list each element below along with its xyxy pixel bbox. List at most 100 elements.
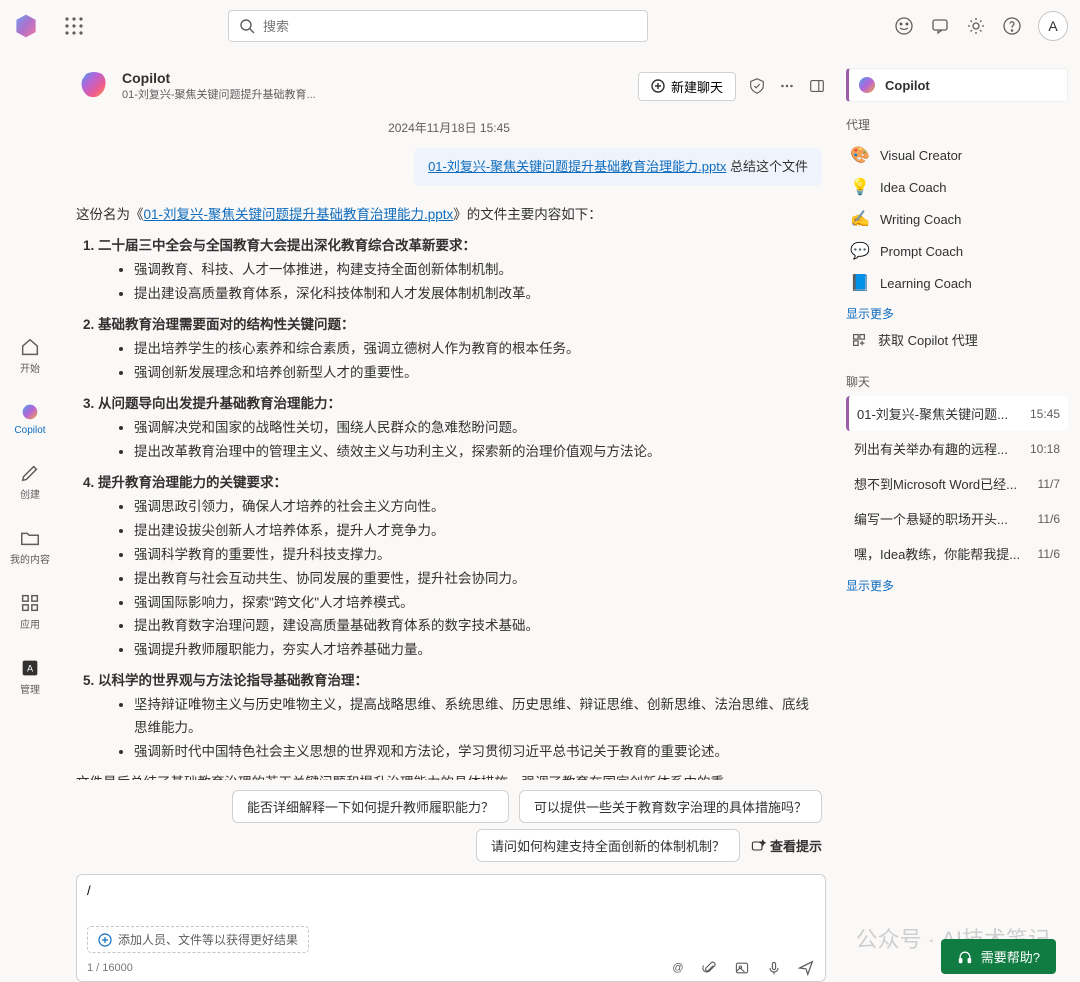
left-nav: 开始 Copilot 创建 我的内容 应用 A 管理 (0, 52, 60, 982)
folder-icon (19, 527, 41, 549)
nav-label: 开始 (20, 360, 40, 375)
section-item: 二十届三中全会与全国教育大会提出深化教育综合改革新要求：强调教育、科技、人才一体… (98, 235, 822, 306)
view-prompt-button[interactable]: 查看提示 (750, 836, 822, 855)
panel-icon[interactable] (808, 77, 826, 95)
file-link-inline[interactable]: 01-刘复兴-聚焦关键问题提升基础教育治理能力.pptx (144, 207, 454, 222)
copilot-small-icon (857, 75, 877, 95)
search-icon (239, 18, 255, 34)
bullet-item: 提出改革教育治理中的管理主义、绩效主义与功利主义，探索新的治理价值观与方法论。 (134, 441, 822, 464)
new-chat-button[interactable]: 新建聊天 (638, 72, 736, 101)
microsoft-365-logo-icon (12, 12, 40, 40)
suggestion-pill[interactable]: 可以提供一些关于教育数字治理的具体措施吗？ (519, 790, 822, 823)
show-more-agents[interactable]: 显示更多 (846, 305, 894, 322)
chat-item-time: 11/6 (1038, 547, 1060, 561)
settings-gear-icon[interactable] (966, 16, 986, 36)
chat-history-item[interactable]: 编写一个悬疑的职场开头... 11/6 (846, 501, 1068, 536)
chat-header: Copilot 01-刘复兴-聚焦关键问题提升基础教育... 新建聊天 (72, 64, 838, 112)
image-icon[interactable] (733, 959, 751, 977)
agent-icon: ✍️ (850, 209, 870, 229)
show-more-chats[interactable]: 显示更多 (846, 577, 894, 594)
bullet-item: 强调科学教育的重要性，提升科技支撑力。 (134, 544, 822, 567)
get-agents-button[interactable]: 获取 Copilot 代理 (846, 324, 1068, 355)
agent-item[interactable]: 🎨Visual Creator (846, 139, 1068, 171)
user-text: 总结这个文件 (726, 159, 808, 174)
pencil-icon (19, 462, 41, 484)
chat-item-time: 11/7 (1038, 477, 1060, 491)
agent-label: Learning Coach (880, 276, 972, 291)
chat-item-title: 想不到Microsoft Word已经... (854, 474, 1032, 493)
mention-icon[interactable]: @ (669, 959, 687, 977)
agent-icon: 📘 (850, 273, 870, 293)
chat-history-item[interactable]: 嘿，Idea教练，你能帮我提... 11/6 (846, 536, 1068, 571)
chat-subtitle: 01-刘复兴-聚焦关键问题提升基础教育... (122, 86, 316, 102)
file-link[interactable]: 01-刘复兴-聚焦关键问题提升基础教育治理能力.pptx (428, 159, 726, 174)
chat-item-time: 15:45 (1030, 407, 1060, 421)
compose-box[interactable]: / 添加人员、文件等以获得更好结果 1 / 16000 @ (76, 874, 826, 982)
user-message: 01-刘复兴-聚焦关键问题提升基础教育治理能力.pptx 总结这个文件 (414, 148, 822, 186)
agent-item[interactable]: 💡 Idea Coach (846, 171, 1068, 203)
search-input[interactable] (263, 19, 637, 34)
suggestion-pill[interactable]: 能否详细解释一下如何提升教师履职能力？ (232, 790, 509, 823)
agent-item[interactable]: 📘 Learning Coach (846, 267, 1068, 299)
chat-history-item[interactable]: 列出有关举办有趣的远程...10:18 (846, 431, 1068, 466)
user-avatar[interactable]: A (1038, 11, 1068, 41)
apps-grid-icon (19, 592, 41, 614)
need-help-button[interactable]: 需要帮助? (941, 939, 1056, 974)
chat-history-item[interactable]: 01-刘复兴-聚焦关键问题... 15:45 (846, 396, 1068, 431)
shield-icon[interactable] (748, 77, 766, 95)
nav-create[interactable]: 创建 (6, 458, 54, 505)
bullet-item: 提出教育数字治理问题，建设高质量基础教育体系的数字技术基础。 (134, 615, 822, 638)
nav-apps[interactable]: 应用 (6, 588, 54, 635)
agent-item[interactable]: ✍️Writing Coach (846, 203, 1068, 235)
message-list: 2024年11月18日 15:45 01-刘复兴-聚焦关键问题提升基础教育治理能… (72, 112, 838, 780)
new-chat-label: 新建聊天 (671, 77, 723, 96)
assistant-message: 这份名为《01-刘复兴-聚焦关键问题提升基础教育治理能力.pptx》的文件主要内… (76, 204, 822, 780)
bullet-item: 提出培养学生的核心素养和综合素质，强调立德树人作为教育的根本任务。 (134, 338, 822, 361)
bullet-item: 强调国际影响力，探索"跨文化"人才培养模式。 (134, 592, 822, 615)
agent-icon: 💬 (850, 241, 870, 261)
agent-icon: 💡 (850, 177, 870, 197)
section-item: 从问题导向出发提升基础教育治理能力：强调解决党和国家的战略性关切，围绕人民群众的… (98, 393, 822, 464)
chat-history-item[interactable]: 想不到Microsoft Word已经... 11/7 (846, 466, 1068, 501)
copilot-logo-icon (76, 68, 112, 104)
agent-icon: 🎨 (850, 145, 870, 165)
chat-item-title: 列出有关举办有趣的远程... (854, 439, 1024, 458)
agent-item[interactable]: 💬Prompt Coach (846, 235, 1068, 267)
bullet-item: 提出教育与社会互动共生、协同发展的重要性，提升社会协同力。 (134, 568, 822, 591)
chat-item-title: 嘿，Idea教练，你能帮我提... (854, 544, 1032, 563)
chat-item-title: 编写一个悬疑的职场开头... (854, 509, 1032, 528)
chats-section-title: 聊天 (846, 373, 1068, 390)
agent-label: Idea Coach (880, 180, 947, 195)
store-icon (850, 331, 868, 349)
search-box[interactable] (228, 10, 648, 42)
mic-icon[interactable] (765, 959, 783, 977)
bullet-item: 坚持辩证唯物主义与历史唯物主义，提高战略思维、系统思维、历史思维、辩证思维、创新… (134, 694, 822, 740)
nav-home[interactable]: 开始 (6, 332, 54, 379)
app-launcher-icon[interactable] (64, 16, 84, 36)
emoji-icon[interactable] (894, 16, 914, 36)
send-icon[interactable] (797, 959, 815, 977)
admin-icon: A (19, 657, 41, 679)
bullet-item: 强调新时代中国特色社会主义思想的世界观和方法论，学习贯彻习近平总书记关于教育的重… (134, 741, 822, 764)
feedback-icon[interactable] (930, 16, 950, 36)
sparkle-icon (750, 838, 766, 854)
bullet-item: 强调解决党和国家的战略性关切，围绕人民群众的急难愁盼问题。 (134, 417, 822, 440)
plus-circle-icon (98, 933, 112, 947)
nav-label: 管理 (20, 681, 40, 696)
nav-admin[interactable]: A 管理 (6, 653, 54, 700)
bullet-item: 强调创新发展理念和培养创新型人才的重要性。 (134, 362, 822, 385)
right-copilot-header[interactable]: Copilot (846, 68, 1068, 102)
chat-title: Copilot (122, 70, 316, 86)
nav-copilot[interactable]: Copilot (6, 397, 54, 440)
compose-input[interactable]: / (87, 883, 815, 913)
nav-my-content[interactable]: 我的内容 (6, 523, 54, 570)
headset-icon (957, 949, 973, 965)
more-icon[interactable] (778, 77, 796, 95)
chat-item-title: 01-刘复兴-聚焦关键问题... (857, 404, 1024, 423)
attach-icon[interactable] (701, 959, 719, 977)
suggestion-pill[interactable]: 请问如何构建支持全面创新的体制机制？ (476, 829, 740, 862)
chat-item-time: 11/6 (1038, 512, 1060, 526)
add-context-chip[interactable]: 添加人员、文件等以获得更好结果 (87, 926, 309, 953)
nav-label: 我的内容 (10, 551, 50, 566)
help-icon[interactable] (1002, 16, 1022, 36)
